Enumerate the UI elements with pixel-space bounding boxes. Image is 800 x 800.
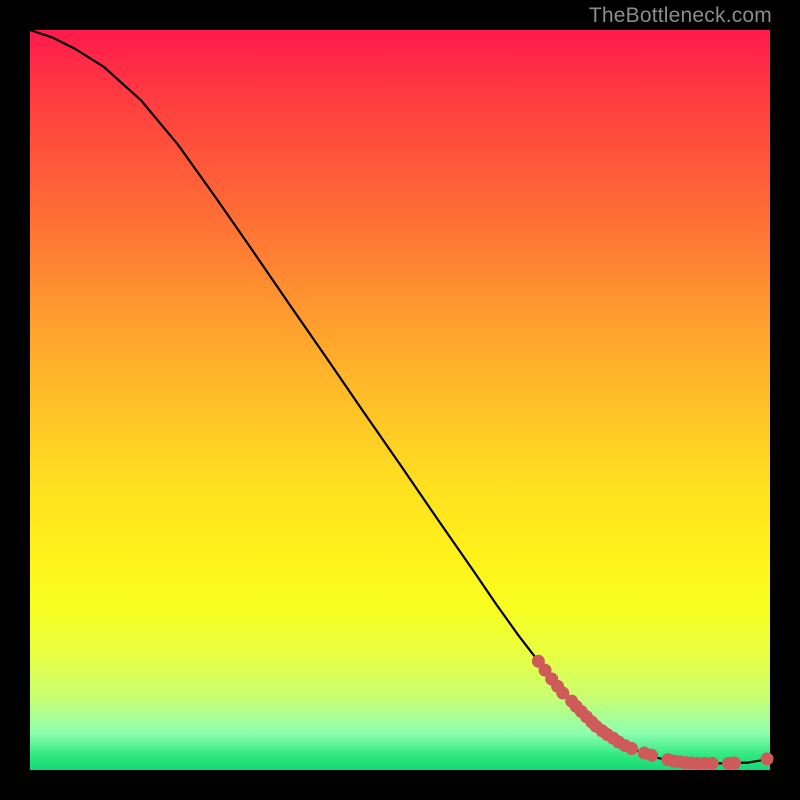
watermark-text: TheBottleneck.com <box>589 4 772 28</box>
chart-marker <box>645 749 658 762</box>
chart-marker <box>625 742 638 755</box>
chart-markers <box>532 655 774 770</box>
chart-marker <box>761 752 774 765</box>
chart-marker <box>728 756 741 769</box>
chart-frame: TheBottleneck.com <box>0 0 800 800</box>
chart-curve <box>30 30 770 763</box>
chart-svg-layer <box>30 30 770 770</box>
chart-marker <box>706 757 719 770</box>
